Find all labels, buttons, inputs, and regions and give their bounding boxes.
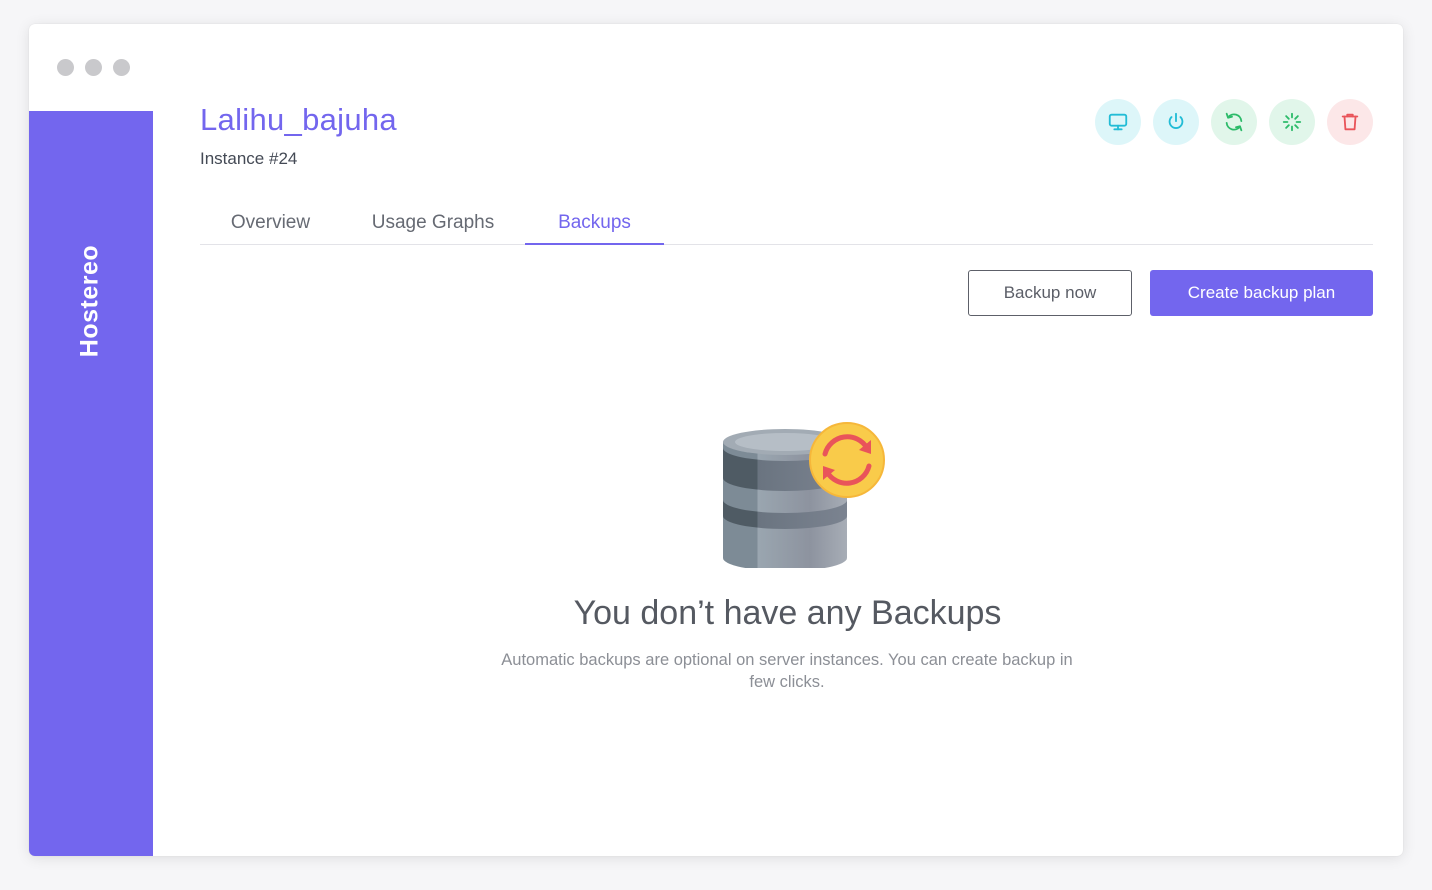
backup-now-button[interactable]: Backup now	[968, 270, 1132, 316]
app-window: Hostereo Lalihu_bajuha Instance #24 Over…	[29, 24, 1403, 856]
loader-icon	[1282, 112, 1302, 132]
create-backup-plan-button[interactable]: Create backup plan	[1150, 270, 1373, 316]
delete-button[interactable]	[1327, 99, 1373, 145]
tab-usage-graphs[interactable]: Usage Graphs	[341, 204, 525, 245]
window-controls	[57, 59, 130, 76]
reinstall-button[interactable]	[1269, 99, 1315, 145]
window-dot-2[interactable]	[85, 59, 102, 76]
empty-state-title: You don’t have any Backups	[573, 594, 1002, 632]
tab-overview[interactable]: Overview	[200, 204, 341, 245]
window-dot-3[interactable]	[113, 59, 130, 76]
tab-bar: Overview Usage Graphs Backups	[200, 204, 1373, 245]
database-backup-icon	[723, 422, 885, 568]
instance-label: Instance #24	[200, 149, 298, 168]
refresh-icon	[1225, 112, 1243, 132]
brand-logo[interactable]: Hostereo	[76, 245, 105, 357]
power-button[interactable]	[1153, 99, 1199, 145]
empty-state-description: Automatic backups are optional on server…	[501, 651, 1073, 691]
page-title: Lalihu_bajuha	[200, 102, 397, 137]
power-icon	[1168, 112, 1184, 129]
monitor-icon	[1108, 113, 1128, 131]
window-dot-1[interactable]	[57, 59, 74, 76]
instance-actions	[1095, 99, 1373, 145]
trash-icon	[1341, 113, 1359, 131]
sidebar: Hostereo	[29, 111, 153, 856]
console-button[interactable]	[1095, 99, 1141, 145]
restart-button[interactable]	[1211, 99, 1257, 145]
tab-backups[interactable]: Backups	[525, 204, 664, 245]
